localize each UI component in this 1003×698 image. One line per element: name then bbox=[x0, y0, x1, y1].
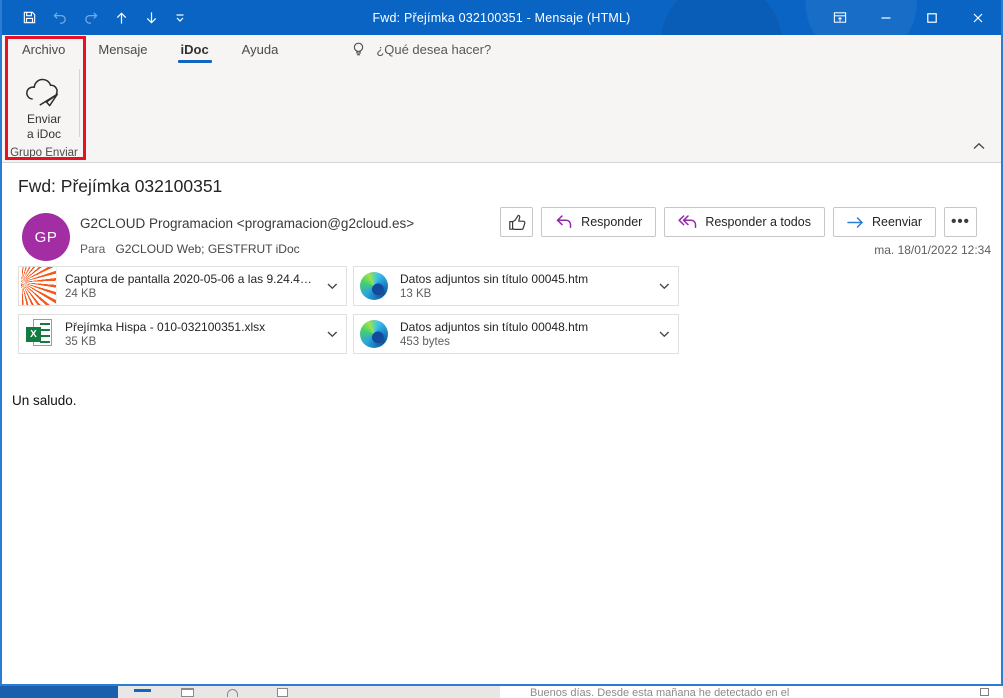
attachment-chip[interactable]: Datos adjuntos sin título 00048.htm 453 … bbox=[353, 314, 679, 354]
excel-file-icon: X bbox=[19, 315, 59, 353]
close-button[interactable] bbox=[955, 0, 1001, 35]
customize-qat-icon[interactable] bbox=[174, 12, 186, 24]
tasks-icon[interactable] bbox=[277, 688, 288, 697]
background-preview-text: Buenos días. Desde esta mañana he detect… bbox=[530, 687, 789, 698]
title-bar: Fwd: Přejímka 032100351 - Mensaje (HTML) bbox=[2, 0, 1001, 35]
enviar-a-idoc-button[interactable]: Enviar a iDoc bbox=[14, 74, 74, 142]
forward-button[interactable]: Reenviar bbox=[833, 207, 936, 237]
recipients-line: Para G2CLOUD Web; GESTFRUT iDoc bbox=[80, 242, 300, 256]
attachment-dropdown-icon[interactable] bbox=[318, 283, 346, 290]
reading-pane: Fwd: Přejímka 032100351 Responder bbox=[2, 163, 1001, 684]
reply-all-icon bbox=[678, 215, 697, 229]
image-thumbnail-icon bbox=[19, 267, 59, 305]
like-button[interactable] bbox=[500, 207, 533, 237]
attachment-name: Datos adjuntos sin título 00048.htm bbox=[400, 320, 650, 334]
background-window-icon bbox=[980, 688, 989, 696]
sender-name[interactable]: G2CLOUD Programacion <programacion@g2clo… bbox=[80, 216, 414, 231]
tell-me-label: ¿Qué desea hacer? bbox=[376, 42, 491, 57]
collapse-ribbon-icon[interactable] bbox=[973, 137, 985, 155]
maximize-button[interactable] bbox=[909, 0, 955, 35]
undo-icon[interactable] bbox=[52, 10, 68, 25]
attachments-list: Captura de pantalla 2020-05-06 a las 9.2… bbox=[18, 266, 686, 354]
attachment-size: 453 bytes bbox=[400, 336, 650, 348]
sender-avatar[interactable]: GP bbox=[22, 213, 70, 261]
attachment-dropdown-icon[interactable] bbox=[650, 283, 678, 290]
people-icon[interactable] bbox=[227, 689, 238, 697]
to-label: Para bbox=[80, 242, 105, 256]
thumbs-up-icon bbox=[508, 213, 526, 231]
message-body: Un saludo. bbox=[12, 393, 77, 408]
tab-mensaje[interactable]: Mensaje bbox=[96, 36, 149, 64]
minimize-button[interactable] bbox=[863, 0, 909, 35]
message-date: ma. 18/01/2022 12:34 bbox=[874, 243, 991, 257]
tab-archivo[interactable]: Archivo bbox=[20, 36, 67, 64]
tab-idoc[interactable]: iDoc bbox=[179, 36, 211, 64]
response-toolbar: Responder Responder a todos Reenviar ••• bbox=[500, 207, 977, 237]
attachment-dropdown-icon[interactable] bbox=[318, 331, 346, 338]
background-window-sliver: Buenos días. Desde esta mañana he detect… bbox=[0, 686, 1003, 698]
reply-all-button[interactable]: Responder a todos bbox=[664, 207, 825, 237]
cloud-send-icon bbox=[22, 74, 66, 108]
button-label-line1: Enviar bbox=[14, 112, 74, 127]
attachment-chip[interactable]: X Přejímka Hispa - 010-032100351.xlsx 35… bbox=[18, 314, 347, 354]
redo-icon[interactable] bbox=[83, 10, 99, 25]
calendar-icon[interactable] bbox=[181, 688, 194, 697]
attachment-name: Datos adjuntos sin título 00045.htm bbox=[400, 272, 650, 286]
edge-browser-icon bbox=[354, 267, 394, 305]
ribbon-group-enviar: Enviar a iDoc Grupo Enviar bbox=[2, 64, 1001, 162]
tab-ayuda[interactable]: Ayuda bbox=[240, 36, 281, 64]
recipients[interactable]: G2CLOUD Web; GESTFRUT iDoc bbox=[115, 242, 299, 256]
attachment-size: 35 KB bbox=[65, 336, 318, 348]
group-label: Grupo Enviar bbox=[2, 147, 86, 159]
message-window: Fwd: Přejímka 032100351 - Mensaje (HTML) bbox=[0, 0, 1003, 686]
ribbon: Archivo Mensaje iDoc Ayuda ¿Qué desea ha… bbox=[2, 35, 1001, 163]
attachment-size: 13 KB bbox=[400, 288, 650, 300]
ribbon-tabs: Archivo Mensaje iDoc Ayuda ¿Qué desea ha… bbox=[2, 35, 1001, 64]
background-reading-pane: Buenos días. Desde esta mañana he detect… bbox=[500, 686, 1003, 698]
button-label-line2: a iDoc bbox=[14, 127, 74, 142]
background-nav-bar bbox=[0, 686, 118, 698]
forward-label: Reenviar bbox=[872, 215, 922, 229]
attachment-size: 24 KB bbox=[65, 288, 318, 300]
move-down-icon[interactable] bbox=[144, 10, 159, 26]
edge-browser-icon bbox=[354, 315, 394, 353]
reply-icon bbox=[555, 215, 573, 229]
save-icon[interactable] bbox=[22, 10, 37, 25]
screen: Fwd: Přejímka 032100351 - Mensaje (HTML) bbox=[0, 0, 1003, 698]
attachment-chip[interactable]: Datos adjuntos sin título 00045.htm 13 K… bbox=[353, 266, 679, 306]
group-separator bbox=[79, 69, 80, 137]
window-controls bbox=[817, 0, 1001, 35]
nav-selected-indicator bbox=[134, 689, 151, 692]
reply-button[interactable]: Responder bbox=[541, 207, 656, 237]
tell-me-box[interactable]: ¿Qué desea hacer? bbox=[351, 41, 491, 58]
reply-label: Responder bbox=[581, 215, 642, 229]
more-actions-button[interactable]: ••• bbox=[944, 207, 977, 237]
window-title: Fwd: Přejímka 032100351 - Mensaje (HTML) bbox=[372, 11, 630, 25]
attachment-name: Přejímka Hispa - 010-032100351.xlsx bbox=[65, 320, 318, 334]
ribbon-display-options-icon[interactable] bbox=[817, 0, 863, 35]
lightbulb-icon bbox=[351, 41, 366, 58]
message-subject: Fwd: Přejímka 032100351 bbox=[18, 176, 222, 197]
attachment-dropdown-icon[interactable] bbox=[650, 331, 678, 338]
attachment-chip[interactable]: Captura de pantalla 2020-05-06 a las 9.2… bbox=[18, 266, 347, 306]
attachment-name: Captura de pantalla 2020-05-06 a las 9.2… bbox=[65, 272, 318, 286]
forward-icon bbox=[847, 216, 864, 229]
move-up-icon[interactable] bbox=[114, 10, 129, 26]
quick-access-toolbar bbox=[2, 10, 186, 26]
reply-all-label: Responder a todos bbox=[705, 215, 811, 229]
ellipsis-icon: ••• bbox=[951, 217, 970, 227]
